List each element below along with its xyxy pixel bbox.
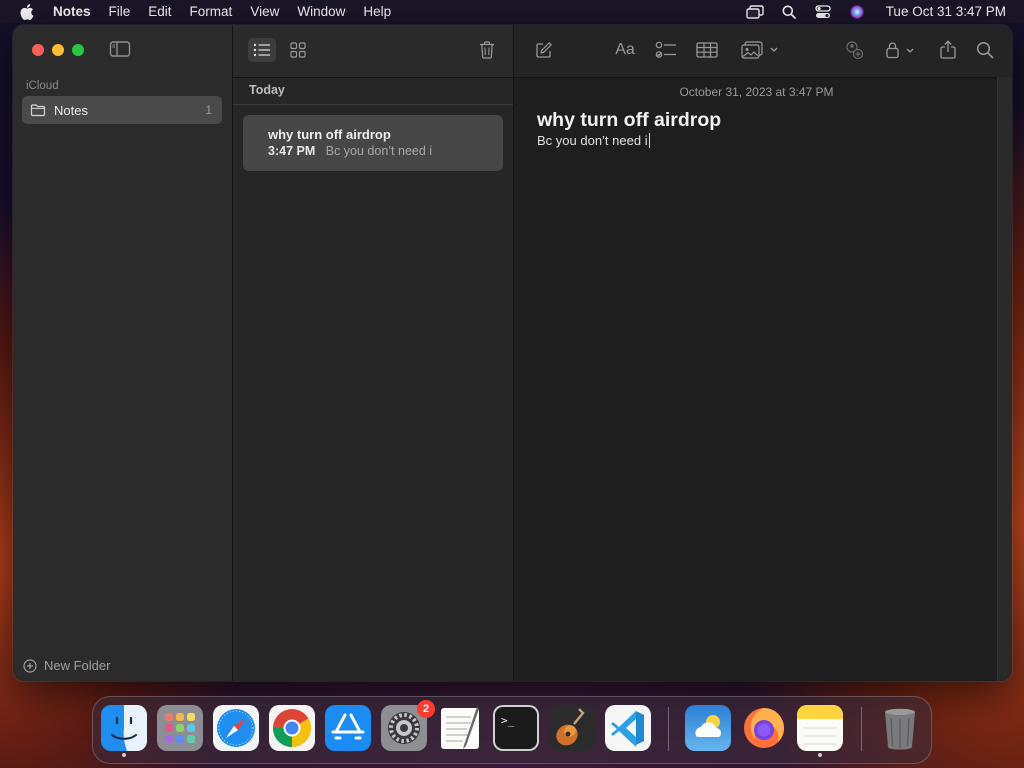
- menu-bar: Notes File Edit Format View Window Help …: [0, 0, 1024, 23]
- menu-help[interactable]: Help: [363, 4, 391, 19]
- dock-separator: [668, 707, 669, 751]
- dock-terminal[interactable]: >_: [493, 705, 539, 751]
- checklist-icon[interactable]: [655, 39, 677, 61]
- note-editor: Aa October 31, 2023 at 3:47 PM why turn …: [514, 25, 1012, 681]
- notification-badge: 2: [417, 700, 435, 718]
- new-folder-button[interactable]: New Folder: [23, 658, 110, 673]
- weather-icon: [685, 705, 731, 751]
- dock-weather[interactable]: [685, 705, 731, 751]
- dock-garageband[interactable]: [549, 705, 595, 751]
- terminal-prompt: >_: [501, 714, 515, 727]
- finder-icon: [101, 705, 147, 751]
- sidebar: iCloud Notes 1 New Folder: [13, 25, 233, 681]
- menu-app-name[interactable]: Notes: [53, 4, 91, 19]
- safari-icon: [213, 705, 259, 751]
- menu-view[interactable]: View: [250, 4, 279, 19]
- folder-note-count: 1: [205, 103, 212, 117]
- dock-textedit[interactable]: [437, 705, 483, 751]
- terminal-icon: [493, 705, 539, 751]
- editor-toolbar: Aa: [514, 25, 1012, 78]
- note-body-text: Bc you don’t need i: [537, 133, 648, 148]
- close-window-button[interactable]: [32, 44, 44, 56]
- sidebar-item-notes[interactable]: Notes 1: [22, 96, 222, 124]
- notes-window: iCloud Notes 1 New Folder Today why turn…: [13, 25, 1012, 681]
- divider: [233, 104, 513, 105]
- menu-format[interactable]: Format: [190, 4, 233, 19]
- note-list-item[interactable]: why turn off airdrop 3:47 PM Bc you don’…: [243, 115, 503, 171]
- trash-icon: [885, 708, 915, 750]
- dock-safari[interactable]: [213, 705, 259, 751]
- dock-separator: [861, 707, 862, 751]
- dock-system-settings[interactable]: 2: [381, 700, 435, 751]
- media-icon[interactable]: [741, 39, 781, 61]
- note-body[interactable]: Bc you don’t need i: [537, 133, 650, 148]
- firefox-icon: [744, 708, 784, 748]
- dock-chrome[interactable]: [269, 705, 315, 751]
- control-center-icon[interactable]: [814, 3, 832, 21]
- dock: 2 >_: [92, 696, 932, 764]
- trash-icon[interactable]: [476, 38, 498, 62]
- sidebar-item-label: Notes: [54, 102, 88, 118]
- screen-mirroring-icon[interactable]: [745, 3, 764, 21]
- editor-scrollbar[interactable]: [997, 77, 1012, 681]
- apple-menu-icon[interactable]: [17, 2, 37, 22]
- text-format-icon[interactable]: Aa: [612, 39, 638, 61]
- dock-app-store[interactable]: [325, 705, 371, 751]
- gallery-view-icon[interactable]: [286, 38, 310, 62]
- note-list-pane: Today why turn off airdrop 3:47 PM Bc yo…: [233, 25, 514, 681]
- dock-notes[interactable]: [797, 705, 843, 757]
- note-date: October 31, 2023 at 3:47 PM: [679, 85, 834, 99]
- dock-firefox[interactable]: [741, 705, 787, 751]
- note-item-title: why turn off airdrop: [268, 127, 391, 142]
- lock-icon[interactable]: [885, 39, 919, 61]
- sidebar-toggle-icon[interactable]: [109, 40, 131, 60]
- textedit-icon: [441, 707, 479, 749]
- menu-bar-clock[interactable]: Tue Oct 31 3:47 PM: [886, 4, 1006, 19]
- note-item-meta: 3:47 PM Bc you don’t need i: [268, 144, 432, 158]
- launchpad-icon: [157, 705, 203, 751]
- note-list-section-today: Today: [249, 83, 285, 97]
- new-folder-label: New Folder: [44, 658, 111, 673]
- app-store-icon: [325, 705, 371, 751]
- dock-finder[interactable]: [101, 705, 147, 757]
- vscode-icon: [605, 705, 651, 751]
- menu-edit[interactable]: Edit: [148, 4, 171, 19]
- note-item-time: 3:47 PM: [268, 144, 316, 158]
- search-icon[interactable]: [975, 39, 995, 61]
- compose-icon[interactable]: [534, 39, 554, 61]
- running-indicator: [122, 753, 126, 757]
- note-item-preview: Bc you don’t need i: [325, 144, 433, 158]
- chrome-icon: [269, 705, 315, 751]
- share-icon[interactable]: [938, 39, 958, 61]
- dock-launchpad[interactable]: [157, 705, 203, 751]
- minimize-window-button[interactable]: [52, 44, 64, 56]
- sidebar-section-icloud: iCloud: [26, 80, 59, 92]
- text-caret: [648, 133, 650, 148]
- zoom-window-button[interactable]: [72, 44, 84, 56]
- collaborate-icon[interactable]: [844, 39, 864, 61]
- running-indicator: [818, 753, 822, 757]
- dock-vscode[interactable]: [605, 705, 651, 751]
- folder-icon: [30, 103, 46, 117]
- menu-window[interactable]: Window: [297, 4, 345, 19]
- menu-file[interactable]: File: [109, 4, 131, 19]
- list-view-icon[interactable]: [248, 38, 276, 62]
- table-icon[interactable]: [696, 39, 718, 61]
- guitar-icon: [549, 705, 595, 751]
- notes-icon: [797, 705, 843, 751]
- add-circle-icon: [23, 658, 37, 673]
- note-heading[interactable]: why turn off airdrop: [537, 109, 721, 132]
- note-list-toolbar: [233, 25, 513, 78]
- dock-trash[interactable]: [877, 705, 923, 751]
- spotlight-search-icon[interactable]: [780, 3, 798, 21]
- siri-icon[interactable]: [848, 3, 866, 21]
